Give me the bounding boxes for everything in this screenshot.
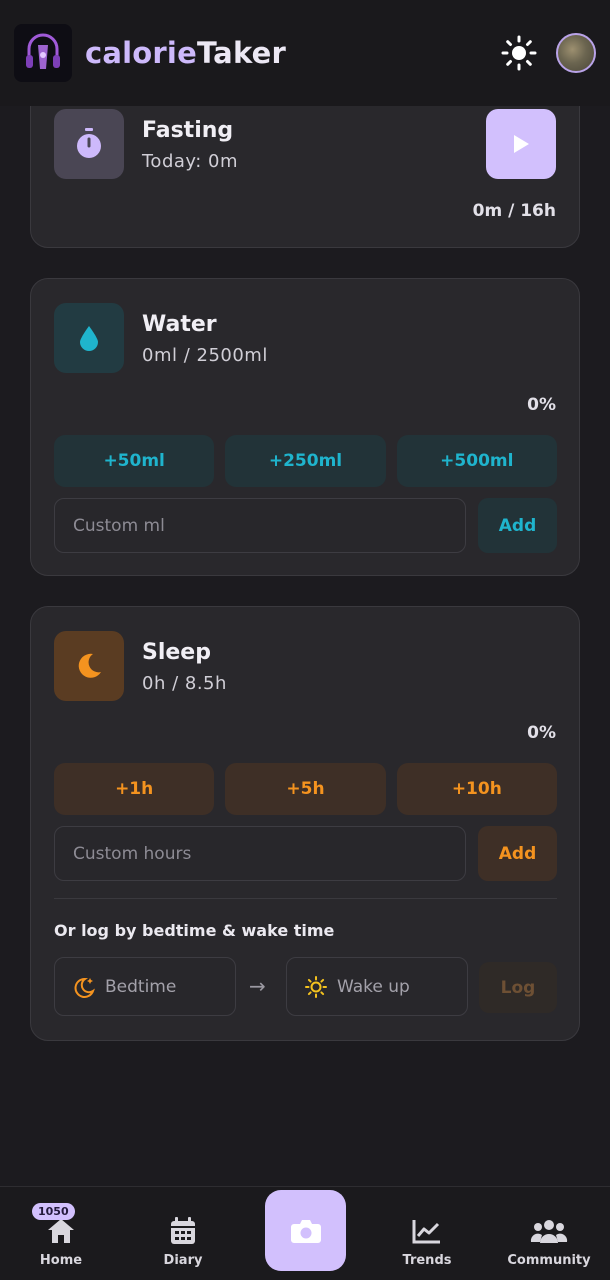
water-add-250-button[interactable]: +250ml	[225, 435, 386, 487]
play-icon	[514, 135, 529, 153]
nav-home[interactable]: 1050 Home	[6, 1187, 116, 1280]
people-icon	[530, 1220, 568, 1243]
sleep-card: Sleep 0h / 8.5h 0% +1h +5h +10h Add Or l…	[30, 606, 580, 1041]
fasting-start-button[interactable]	[486, 109, 556, 179]
camera-button[interactable]	[265, 1190, 346, 1271]
arrow-right-icon: →	[249, 974, 266, 998]
sleep-log-section-label: Or log by bedtime & wake time	[54, 921, 335, 940]
fasting-icon-tile	[54, 109, 124, 179]
nav-community[interactable]: Community	[494, 1187, 604, 1280]
water-add-500-button[interactable]: +500ml	[396, 435, 557, 487]
sun-small-icon	[305, 975, 327, 998]
app-title: calorieTaker	[85, 36, 286, 70]
fasting-subtitle: Today: 0m	[142, 151, 239, 172]
sleep-add-10h-button[interactable]: +10h	[396, 763, 557, 815]
user-avatar[interactable]	[556, 33, 596, 73]
headphones-logo-icon	[26, 33, 60, 69]
app-title-part1: calorie	[85, 36, 197, 70]
wakeup-label: Wake up	[337, 976, 410, 997]
water-drop-icon	[80, 326, 98, 351]
app-header: calorieTaker	[0, 0, 610, 106]
nav-diary[interactable]: Diary	[128, 1187, 238, 1280]
nav-diary-label: Diary	[163, 1253, 203, 1268]
water-card: Water 0ml / 2500ml 0% +50ml +250ml +500m…	[30, 278, 580, 576]
app-logo[interactable]	[14, 24, 72, 82]
sleep-add-1h-button[interactable]: +1h	[54, 763, 215, 815]
water-title: Water	[142, 312, 217, 337]
sleep-title: Sleep	[142, 640, 211, 665]
water-percent: 0%	[527, 395, 556, 415]
nav-home-label: Home	[39, 1253, 83, 1268]
home-badge: 1050	[32, 1203, 75, 1220]
water-subtitle: 0ml / 2500ml	[142, 345, 268, 366]
bottom-nav: 1050 Home Diary Trends Community	[0, 1186, 610, 1280]
water-add-50-button[interactable]: +50ml	[54, 435, 215, 487]
sleep-icon-tile	[54, 631, 124, 701]
fasting-title: Fasting	[142, 118, 234, 143]
sleep-divider	[54, 898, 557, 899]
sleep-subtitle: 0h / 8.5h	[142, 673, 227, 694]
theme-toggle-button[interactable]	[500, 34, 538, 72]
nav-trends[interactable]: Trends	[372, 1187, 482, 1280]
camera-icon	[290, 1219, 321, 1243]
water-add-button[interactable]: Add	[478, 498, 557, 553]
sleep-add-button[interactable]: Add	[478, 826, 557, 881]
sleep-custom-input[interactable]	[54, 826, 466, 881]
app-title-part2: Taker	[196, 36, 287, 70]
water-custom-input[interactable]	[54, 498, 466, 553]
bedtime-label: Bedtime	[105, 976, 177, 997]
sleep-add-5h-button[interactable]: +5h	[225, 763, 386, 815]
moon-star-icon	[74, 977, 95, 998]
calendar-icon	[171, 1217, 195, 1244]
sleep-percent: 0%	[527, 723, 556, 743]
home-icon	[48, 1219, 74, 1243]
water-icon-tile	[54, 303, 124, 373]
stopwatch-icon	[77, 128, 101, 158]
nav-community-label: Community	[507, 1253, 591, 1268]
bedtime-field[interactable]: Bedtime	[54, 957, 236, 1016]
trend-chart-icon	[412, 1220, 440, 1244]
sleep-log-button[interactable]: Log	[479, 962, 557, 1013]
wakeup-field[interactable]: Wake up	[286, 957, 468, 1016]
sun-icon	[501, 35, 537, 71]
fasting-progress: 0m / 16h	[472, 201, 556, 221]
nav-trends-label: Trends	[402, 1253, 452, 1268]
moon-icon	[78, 653, 101, 678]
